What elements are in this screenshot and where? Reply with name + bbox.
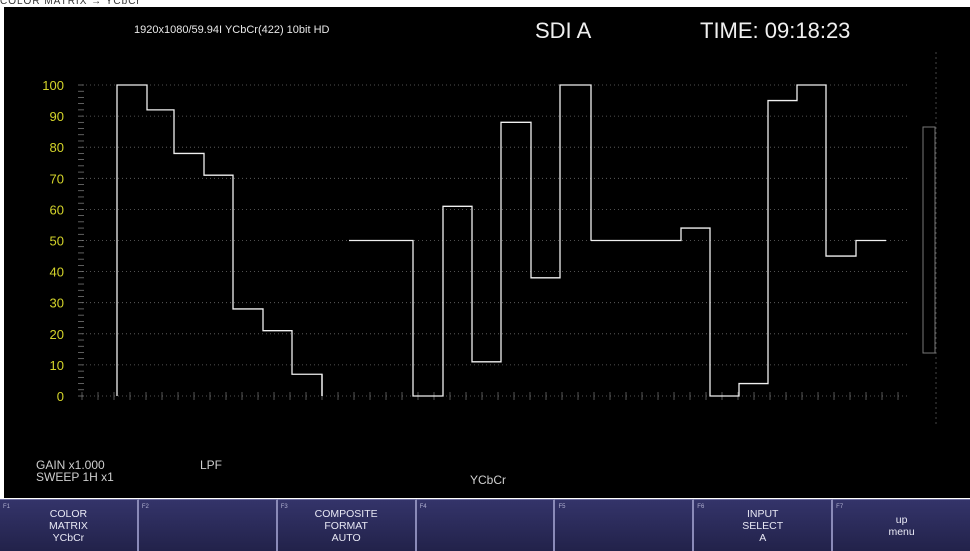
time-display: TIME: 09:18:23 <box>700 18 851 43</box>
f4-number: F4 <box>419 504 427 510</box>
f3-line1: COMPOSITE <box>314 507 378 520</box>
waveform-monitor-screen: 100 90 80 70 60 50 40 30 20 10 0 1920x1080/59.94I … <box>4 7 970 498</box>
f5-number: F5 <box>558 504 566 510</box>
scale-label-50: 50 <box>50 234 64 249</box>
scale-label-40: 40 <box>50 265 64 280</box>
f1-line1: COLOR <box>49 507 88 520</box>
f6-line2: SELECT <box>742 519 784 532</box>
level-bracket <box>922 126 936 354</box>
sweep-readout: SWEEP 1H x1 <box>36 470 114 484</box>
signal-format: 1920x1080/59.94I YCbCr(422) 10bit HD <box>134 24 330 36</box>
f6-line1: INPUT <box>746 507 779 520</box>
f7-number: F7 <box>836 504 844 510</box>
waveform-trace-y <box>116 84 323 396</box>
f3-composite-format-button[interactable]: F3 COMPOSITE FORMAT AUTO <box>277 499 417 551</box>
filter-readout: LPF <box>200 458 223 472</box>
f3-number: F3 <box>280 504 288 510</box>
scale-label-30: 30 <box>50 296 64 311</box>
f3-line2: FORMAT <box>324 519 368 532</box>
scale-label-20: 20 <box>50 327 64 342</box>
scale-label-0: 0 <box>57 389 64 404</box>
f2-button[interactable]: F2 <box>138 499 278 551</box>
scale-label-90: 90 <box>50 109 64 124</box>
scale-label-80: 80 <box>50 140 64 155</box>
f2-number: F2 <box>141 504 149 510</box>
f1-line3: YCbCr <box>52 531 85 544</box>
f6-input-select-button[interactable]: F6 INPUT SELECT A <box>694 499 834 551</box>
waveform-graticule: 1009080706050403020100 <box>42 52 937 427</box>
f4-button[interactable]: F4 <box>416 499 556 551</box>
f1-number: F1 <box>3 504 11 510</box>
scale-label-100: 100 <box>42 78 64 93</box>
f7-line1: up <box>895 513 908 526</box>
scale-label-60: 60 <box>50 202 64 217</box>
f3-line3: AUTO <box>331 531 361 544</box>
input-indicator: SDI A <box>535 18 592 43</box>
f6-number: F6 <box>697 504 705 510</box>
f5-button[interactable]: F5 <box>555 499 695 551</box>
f6-line3: A <box>759 531 767 544</box>
scale-label-70: 70 <box>50 171 64 186</box>
scale-label-10: 10 <box>50 358 64 373</box>
color-mode-readout: YCbCr <box>470 473 507 487</box>
f1-color-matrix-button[interactable]: F1 COLOR MATRIX YCbCr <box>0 499 139 551</box>
f7-up-menu-button[interactable]: F7 up menu <box>833 499 970 551</box>
f1-line2: MATRIX <box>48 519 88 532</box>
function-key-bar: F1 COLOR MATRIX YCbCr F2 F3 COMPOSITE FO… <box>0 499 970 551</box>
f7-line2: menu <box>888 525 915 538</box>
